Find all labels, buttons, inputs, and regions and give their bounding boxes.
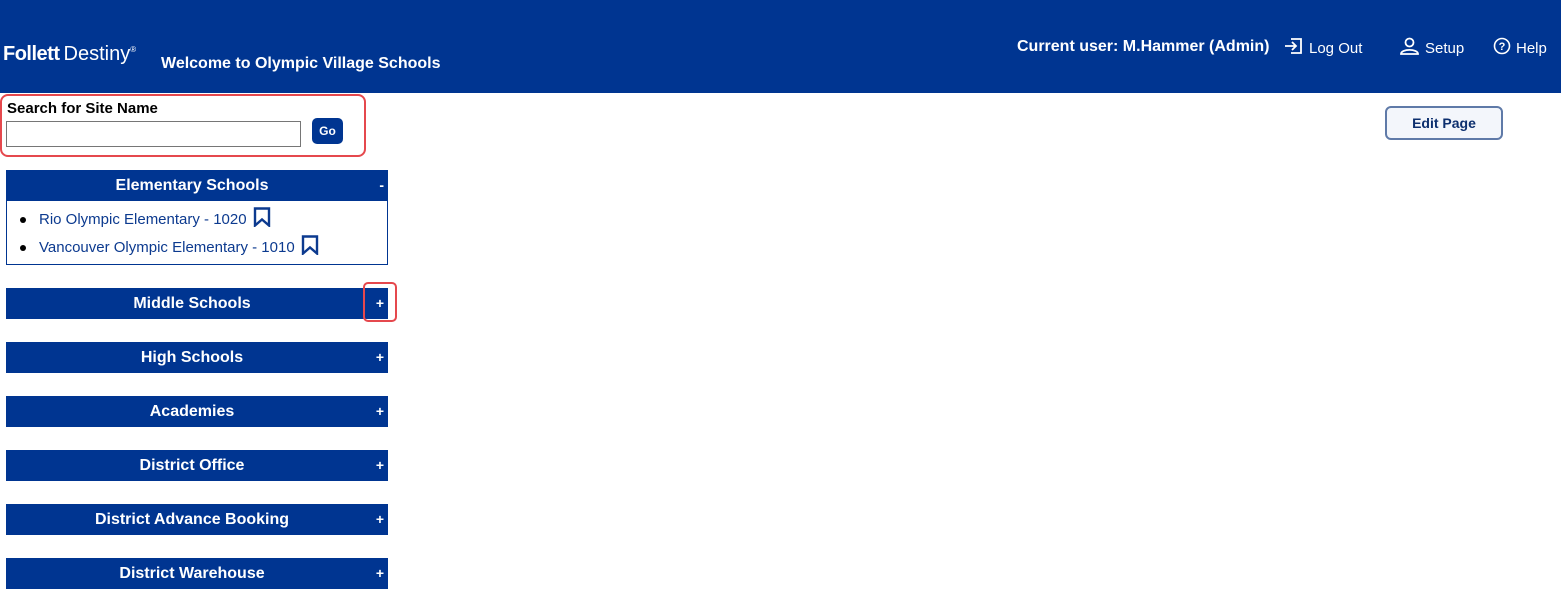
section-middle-schools[interactable]: Middle Schools + — [6, 288, 388, 319]
section-academies[interactable]: Academies + — [6, 396, 388, 427]
expand-toggle[interactable]: + — [376, 342, 384, 373]
search-label: Search for Site Name — [7, 100, 158, 117]
list-item-rio-olympic[interactable]: Rio Olympic Elementary - 1020 — [39, 207, 271, 231]
toggle-highlight-box — [363, 282, 397, 322]
section-high-schools[interactable]: High Schools + — [6, 342, 388, 373]
section-title: District Advance Booking — [94, 511, 290, 528]
logo-brand: Follett — [3, 43, 60, 65]
current-user: Current user: M.Hammer (Admin) — [1017, 38, 1270, 55]
expand-toggle[interactable]: + — [376, 450, 384, 481]
section-title: District Warehouse — [119, 565, 265, 582]
expand-toggle[interactable]: + — [376, 396, 384, 427]
go-button[interactable]: Go — [312, 118, 343, 144]
section-title: Elementary Schools — [115, 177, 269, 194]
section-title: Middle Schools — [133, 295, 251, 312]
collapse-toggle[interactable]: - — [379, 170, 384, 201]
section-district-office[interactable]: District Office + — [6, 450, 388, 481]
top-header: Follett Destiny® Welcome to Olympic Villa… — [0, 0, 1561, 93]
school-link[interactable]: Vancouver Olympic Elementary - 1010 — [39, 239, 295, 256]
expand-toggle[interactable]: + — [376, 504, 384, 535]
logout-link[interactable]: Log Out — [1284, 37, 1362, 59]
setup-link[interactable]: Setup — [1399, 37, 1464, 59]
help-label: Help — [1516, 39, 1547, 57]
follett-destiny-logo: Follett Destiny® — [3, 43, 136, 66]
section-title: District Office — [139, 457, 245, 474]
logo-trademark: ® — [130, 45, 137, 54]
logo-product: Destiny — [63, 43, 131, 65]
logout-label: Log Out — [1309, 39, 1363, 57]
bookmark-icon[interactable] — [301, 235, 319, 259]
svg-text:?: ? — [1499, 41, 1506, 53]
help-icon: ? — [1493, 37, 1516, 59]
bullet-icon — [20, 245, 26, 251]
expand-toggle[interactable]: + — [376, 558, 384, 589]
bookmark-icon[interactable] — [253, 207, 271, 231]
help-link[interactable]: ? Help — [1493, 37, 1547, 59]
section-district-warehouse[interactable]: District Warehouse + — [6, 558, 388, 589]
section-title: Academies — [149, 403, 235, 420]
bullet-icon — [20, 217, 26, 223]
school-link[interactable]: Rio Olympic Elementary - 1020 — [39, 211, 247, 228]
section-elementary-schools[interactable]: Elementary Schools - — [6, 170, 388, 201]
site-search-input[interactable] — [6, 121, 301, 147]
logout-icon — [1284, 37, 1309, 59]
list-item-vancouver-olympic[interactable]: Vancouver Olympic Elementary - 1010 — [39, 235, 319, 259]
welcome-title: Welcome to Olympic Village Schools — [161, 55, 441, 72]
setup-label: Setup — [1425, 39, 1465, 57]
edit-page-button[interactable]: Edit Page — [1385, 106, 1503, 140]
section-district-advance-booking[interactable]: District Advance Booking + — [6, 504, 388, 535]
section-title: High Schools — [140, 349, 244, 366]
user-icon — [1399, 37, 1425, 59]
